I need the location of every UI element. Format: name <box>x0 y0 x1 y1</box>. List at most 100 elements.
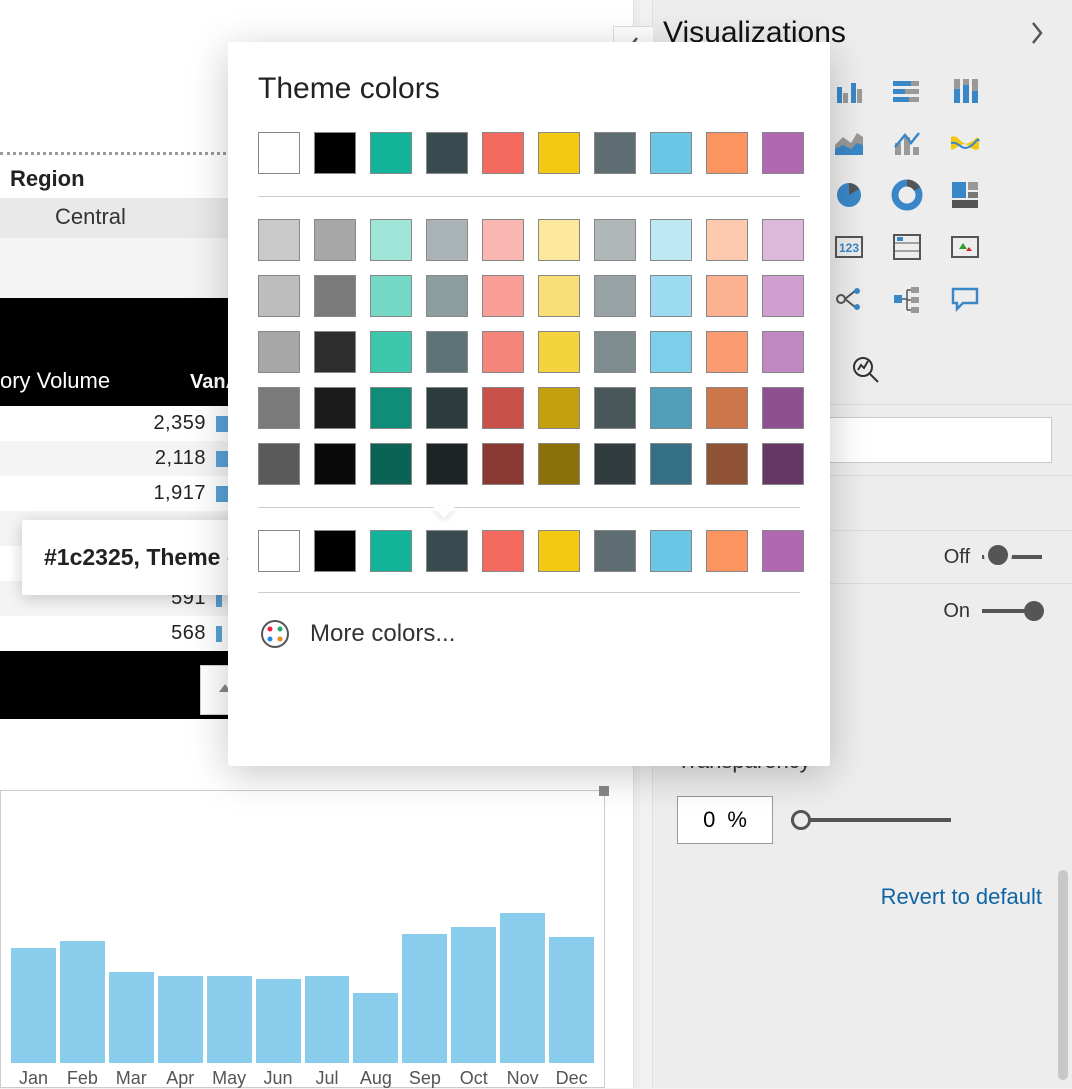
color-swatch[interactable] <box>538 530 580 572</box>
color-swatch[interactable] <box>650 331 692 373</box>
color-swatch[interactable] <box>426 219 468 261</box>
bar[interactable] <box>451 927 496 1063</box>
color-swatch[interactable] <box>650 443 692 485</box>
color-swatch[interactable] <box>482 443 524 485</box>
color-swatch[interactable] <box>538 219 580 261</box>
bar[interactable] <box>353 993 398 1063</box>
color-swatch[interactable] <box>426 331 468 373</box>
color-swatch[interactable] <box>314 530 356 572</box>
color-swatch[interactable] <box>706 331 748 373</box>
toggle-off[interactable] <box>982 545 1042 569</box>
color-swatch[interactable] <box>258 387 300 429</box>
color-swatch[interactable] <box>762 530 804 572</box>
color-swatch[interactable] <box>650 530 692 572</box>
color-swatch[interactable] <box>594 530 636 572</box>
color-swatch[interactable] <box>594 331 636 373</box>
color-swatch[interactable] <box>762 132 804 174</box>
color-swatch[interactable] <box>538 331 580 373</box>
bar[interactable] <box>500 913 545 1063</box>
color-swatch[interactable] <box>538 275 580 317</box>
color-swatch[interactable] <box>762 331 804 373</box>
color-swatch[interactable] <box>426 443 468 485</box>
color-swatch[interactable] <box>706 275 748 317</box>
toggle-on[interactable] <box>982 599 1042 623</box>
color-swatch[interactable] <box>314 275 356 317</box>
analytics-tab[interactable] <box>843 344 887 394</box>
color-swatch[interactable] <box>258 132 300 174</box>
key-influencers-icon[interactable] <box>827 278 871 320</box>
color-swatch[interactable] <box>650 219 692 261</box>
color-swatch[interactable] <box>314 443 356 485</box>
color-swatch[interactable] <box>594 219 636 261</box>
color-swatch[interactable] <box>314 387 356 429</box>
multirow-card-icon[interactable] <box>885 226 929 268</box>
treemap-icon[interactable] <box>943 174 987 216</box>
bar[interactable] <box>549 937 594 1063</box>
bar[interactable] <box>11 948 56 1063</box>
bar[interactable] <box>109 972 154 1063</box>
color-swatch[interactable] <box>482 132 524 174</box>
bar[interactable] <box>158 976 203 1063</box>
color-swatch[interactable] <box>482 387 524 429</box>
color-swatch[interactable] <box>426 275 468 317</box>
panel-scrollbar[interactable] <box>1058 870 1068 1080</box>
color-swatch[interactable] <box>762 219 804 261</box>
color-swatch[interactable] <box>426 132 468 174</box>
color-swatch[interactable] <box>258 219 300 261</box>
color-swatch[interactable] <box>650 132 692 174</box>
color-swatch[interactable] <box>426 530 468 572</box>
stacked-area-icon[interactable] <box>827 122 871 164</box>
bar[interactable] <box>256 979 301 1063</box>
color-swatch[interactable] <box>370 530 412 572</box>
expand-pane-icon[interactable] <box>1020 17 1052 49</box>
resize-handle[interactable] <box>599 786 609 796</box>
bar[interactable] <box>402 934 447 1063</box>
bar[interactable] <box>305 976 350 1063</box>
pie-chart-icon[interactable] <box>827 174 871 216</box>
stacked-bar-100-icon[interactable] <box>885 70 929 112</box>
color-swatch[interactable] <box>370 443 412 485</box>
color-swatch[interactable] <box>706 443 748 485</box>
bar[interactable] <box>207 976 252 1063</box>
color-swatch[interactable] <box>482 331 524 373</box>
color-swatch[interactable] <box>538 443 580 485</box>
ribbon-chart-icon[interactable] <box>943 122 987 164</box>
color-swatch[interactable] <box>258 530 300 572</box>
donut-chart-icon[interactable] <box>885 174 929 216</box>
more-colors-button[interactable]: More colors... <box>258 607 800 657</box>
color-swatch[interactable] <box>370 219 412 261</box>
decomposition-tree-icon[interactable] <box>885 278 929 320</box>
color-swatch[interactable] <box>538 132 580 174</box>
color-swatch[interactable] <box>258 331 300 373</box>
color-swatch[interactable] <box>370 132 412 174</box>
kpi-icon[interactable] <box>943 226 987 268</box>
color-swatch[interactable] <box>594 132 636 174</box>
color-swatch[interactable] <box>370 387 412 429</box>
stacked-column-100-icon[interactable] <box>943 70 987 112</box>
card-icon[interactable]: 123 <box>827 226 871 268</box>
color-swatch[interactable] <box>538 387 580 429</box>
revert-to-default-link[interactable]: Revert to default <box>653 854 1072 940</box>
color-swatch[interactable] <box>762 443 804 485</box>
color-swatch[interactable] <box>482 275 524 317</box>
line-column-icon[interactable] <box>885 122 929 164</box>
color-swatch[interactable] <box>762 275 804 317</box>
color-swatch[interactable] <box>370 275 412 317</box>
color-swatch[interactable] <box>258 443 300 485</box>
color-swatch[interactable] <box>258 275 300 317</box>
color-swatch[interactable] <box>762 387 804 429</box>
bar[interactable] <box>60 941 105 1063</box>
color-swatch[interactable] <box>706 132 748 174</box>
color-swatch[interactable] <box>314 132 356 174</box>
color-swatch[interactable] <box>594 443 636 485</box>
color-swatch[interactable] <box>482 219 524 261</box>
color-swatch[interactable] <box>706 530 748 572</box>
clustered-column-icon[interactable] <box>827 70 871 112</box>
color-swatch[interactable] <box>594 387 636 429</box>
color-swatch[interactable] <box>482 530 524 572</box>
transparency-slider[interactable] <box>791 818 951 822</box>
monthly-bar-chart[interactable]: JanFebMarAprMayJunJulAugSepOctNovDec <box>0 790 605 1088</box>
color-swatch[interactable] <box>706 219 748 261</box>
color-swatch[interactable] <box>594 275 636 317</box>
color-swatch[interactable] <box>706 387 748 429</box>
